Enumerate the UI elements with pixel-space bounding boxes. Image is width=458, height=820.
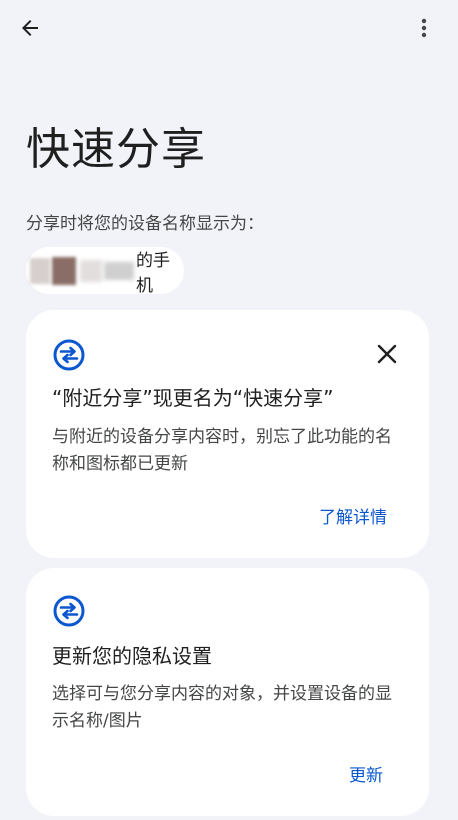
device-name-chip[interactable]: 的手机: [26, 247, 184, 296]
privacy-settings-card: 更新您的隐私设置 选择可与您分享内容的对象，并设置设备的显示名称/图片 更新: [26, 568, 429, 816]
learn-more-link[interactable]: 了解详情: [319, 506, 387, 530]
card-body: 与附近的设备分享内容时，别忘了此功能的名称和图标都已更新: [52, 427, 392, 474]
card-title: 更新您的隐私设置: [52, 644, 212, 668]
dismiss-card-button[interactable]: [373, 340, 401, 368]
top-app-bar: [0, 0, 458, 56]
quick-share-icon: [53, 339, 85, 371]
rename-notice-card: “附近分享”现更名为“快速分享” 与附近的设备分享内容时，别忘了此功能的名称和图…: [26, 310, 429, 558]
device-name: 的手机: [136, 250, 170, 296]
more-options-button[interactable]: [408, 12, 440, 44]
page-title: 快速分享: [26, 124, 206, 175]
device-name-label: 分享时将您的设备名称显示为：: [26, 214, 264, 234]
quick-share-icon: [53, 595, 85, 627]
close-icon: [377, 344, 397, 364]
card-body: 选择可与您分享内容的对象，并设置设备的显示名称/图片: [52, 684, 392, 731]
back-button[interactable]: [14, 12, 46, 44]
blurred-avatar: [30, 247, 134, 294]
card-title: “附近分享”现更名为“快速分享”: [52, 386, 334, 410]
update-button[interactable]: 更新: [349, 764, 383, 788]
more-vert-icon: [421, 18, 427, 38]
arrow-back-icon: [22, 20, 38, 36]
